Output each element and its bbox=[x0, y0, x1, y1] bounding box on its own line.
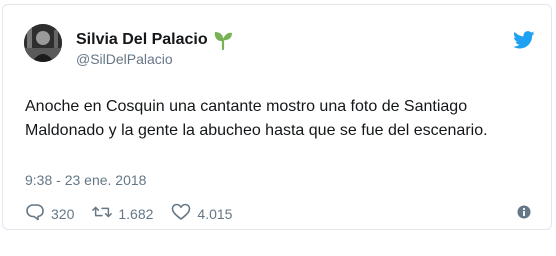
reply-icon bbox=[25, 203, 45, 224]
author-name[interactable]: Silvia Del Palacio bbox=[76, 31, 208, 49]
tweet-timestamp[interactable]: 9:38 - 23 ene. 2018 bbox=[25, 172, 146, 188]
tweet-text: Anoche en Cosquin una cantante mostro un… bbox=[25, 98, 488, 139]
reply-count: 320 bbox=[51, 205, 75, 222]
retweet-count: 1.682 bbox=[118, 205, 154, 222]
tweet-actions: 320 1.682 4.015 bbox=[25, 203, 250, 224]
author-row: Silvia Del Palacio bbox=[76, 29, 234, 51]
retweet-icon bbox=[92, 203, 113, 224]
sprout-icon bbox=[212, 29, 234, 51]
author-handle[interactable]: @SilDelPalacio bbox=[76, 51, 173, 67]
avatar[interactable] bbox=[24, 24, 62, 62]
info-icon[interactable] bbox=[517, 205, 531, 219]
tweet-card: Silvia Del Palacio @SilDelPalacio Anoche… bbox=[2, 4, 552, 230]
like-count: 4.015 bbox=[197, 205, 233, 222]
retweet-button[interactable]: 1.682 bbox=[92, 203, 153, 224]
heart-icon bbox=[171, 203, 191, 224]
twitter-bird-icon[interactable] bbox=[513, 31, 535, 49]
like-button[interactable]: 4.015 bbox=[171, 203, 232, 224]
reply-button[interactable]: 320 bbox=[25, 203, 74, 224]
